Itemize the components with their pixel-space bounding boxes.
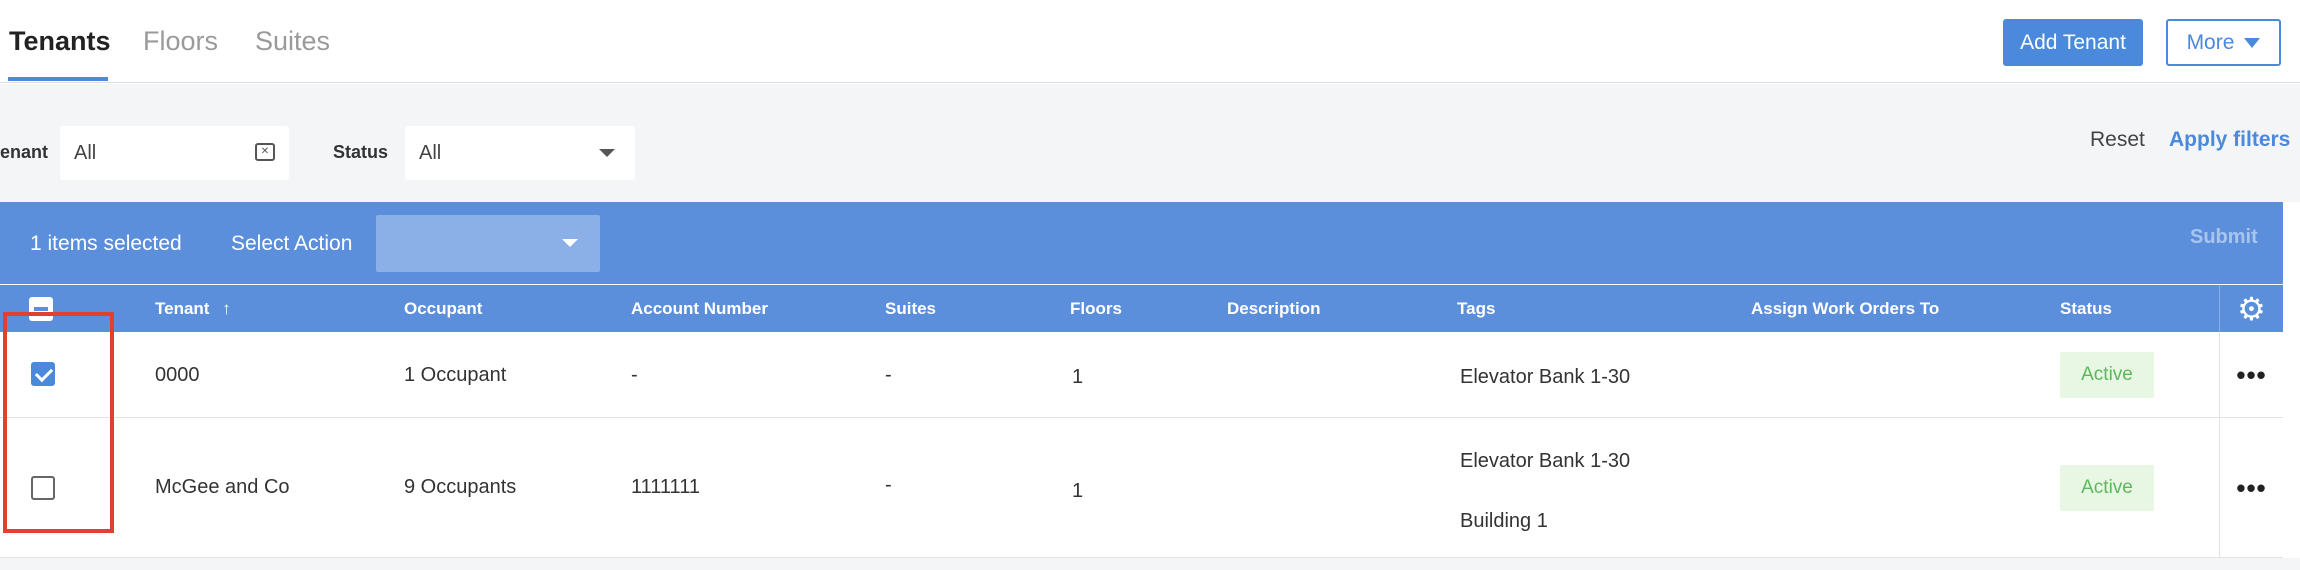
tenant-cell[interactable]: 0000 — [155, 364, 200, 387]
add-tenant-label: Add Tenant — [2020, 30, 2126, 54]
row-menu-icon[interactable]: ••• — [2219, 332, 2283, 418]
column-header-tenant-label: Tenant — [155, 299, 210, 318]
floors-cell: 1 — [1072, 480, 1084, 502]
occupant-cell: 1 Occupant — [404, 364, 507, 386]
account-number-cell: 1111111 — [631, 476, 700, 498]
more-label: More — [2186, 30, 2235, 54]
column-header-description[interactable]: Description — [1227, 299, 1321, 319]
column-header-occupant[interactable]: Occupant — [404, 299, 482, 319]
action-select[interactable] — [376, 215, 600, 272]
column-header-status[interactable]: Status — [2060, 299, 2112, 319]
tag-label: Building 1 — [1460, 510, 1548, 532]
status-filter-label: Status — [333, 142, 389, 162]
selected-count: 1 items selected — [30, 232, 182, 255]
chevron-down-icon — [562, 239, 578, 247]
account-number-cell: - — [631, 364, 638, 386]
row-menu-icon[interactable]: ••• — [2219, 418, 2283, 558]
column-header-assign-work-orders[interactable]: Assign Work Orders To — [1751, 299, 1939, 319]
gear-icon[interactable]: ⚙ — [2219, 285, 2283, 332]
column-header-tags[interactable]: Tags — [1457, 299, 1495, 319]
submit-button[interactable]: Submit — [2190, 226, 2258, 249]
reset-filters-link[interactable]: Reset — [2090, 128, 2145, 152]
tab-tenants[interactable]: Tenants — [9, 24, 111, 58]
select-action-label: Select Action — [231, 232, 353, 255]
tenant-filter-label: enant — [0, 142, 49, 162]
column-header-suites[interactable]: Suites — [885, 299, 936, 319]
column-header-floors[interactable]: Floors — [1070, 299, 1122, 319]
tenant-filter-value: All — [74, 141, 97, 164]
table-row[interactable]: McGee and Co 9 Occupants 1111111 - 1 Ele… — [0, 418, 2283, 558]
indeterminate-icon — [34, 307, 48, 311]
status-filter-value: All — [419, 141, 442, 164]
clear-filter-icon[interactable]: ✕ — [255, 143, 275, 161]
tag-label: Elevator Bank 1-30 — [1460, 366, 1631, 388]
active-tab-indicator — [8, 77, 108, 81]
table-footer-strip — [0, 558, 2300, 570]
status-badge: Active — [2060, 352, 2154, 398]
floors-cell: 1 — [1072, 366, 1084, 388]
chevron-down-icon — [599, 149, 615, 157]
sort-ascending-icon: ↑ — [222, 299, 231, 318]
tag-label: Elevator Bank 1-30 — [1460, 450, 1631, 472]
column-header-account-number[interactable]: Account Number — [631, 299, 768, 319]
filter-panel: enant All ✕ Status All — [0, 84, 2300, 202]
occupant-cell: 9 Occupants — [404, 476, 517, 498]
tab-floors[interactable]: Floors — [143, 24, 218, 58]
top-nav: Tenants Floors Suites Add Tenant More — [0, 0, 2300, 83]
more-button[interactable]: More — [2166, 19, 2281, 66]
suites-cell: - — [885, 364, 892, 386]
caret-down-icon — [2244, 37, 2261, 48]
bulk-action-bar: 1 items selected Select Action Submit — [0, 202, 2283, 284]
table-row[interactable]: 0000 1 Occupant - - 1 Elevator Bank 1-30… — [0, 332, 2283, 418]
apply-filters-link[interactable]: Apply filters — [2169, 128, 2290, 152]
selection-highlight-box — [3, 312, 114, 533]
column-header-tenant[interactable]: Tenant ↑ — [155, 299, 231, 319]
table-header: Tenant ↑ Occupant Account Number Suites … — [0, 285, 2283, 332]
status-badge: Active — [2060, 465, 2154, 511]
status-filter-select[interactable]: All — [405, 126, 635, 180]
suites-cell: - — [885, 474, 892, 496]
tenant-cell[interactable]: McGee and Co — [155, 476, 290, 499]
tab-suites[interactable]: Suites — [255, 24, 330, 58]
add-tenant-button[interactable]: Add Tenant — [2003, 19, 2143, 66]
tenant-filter-select[interactable]: All ✕ — [60, 126, 289, 180]
